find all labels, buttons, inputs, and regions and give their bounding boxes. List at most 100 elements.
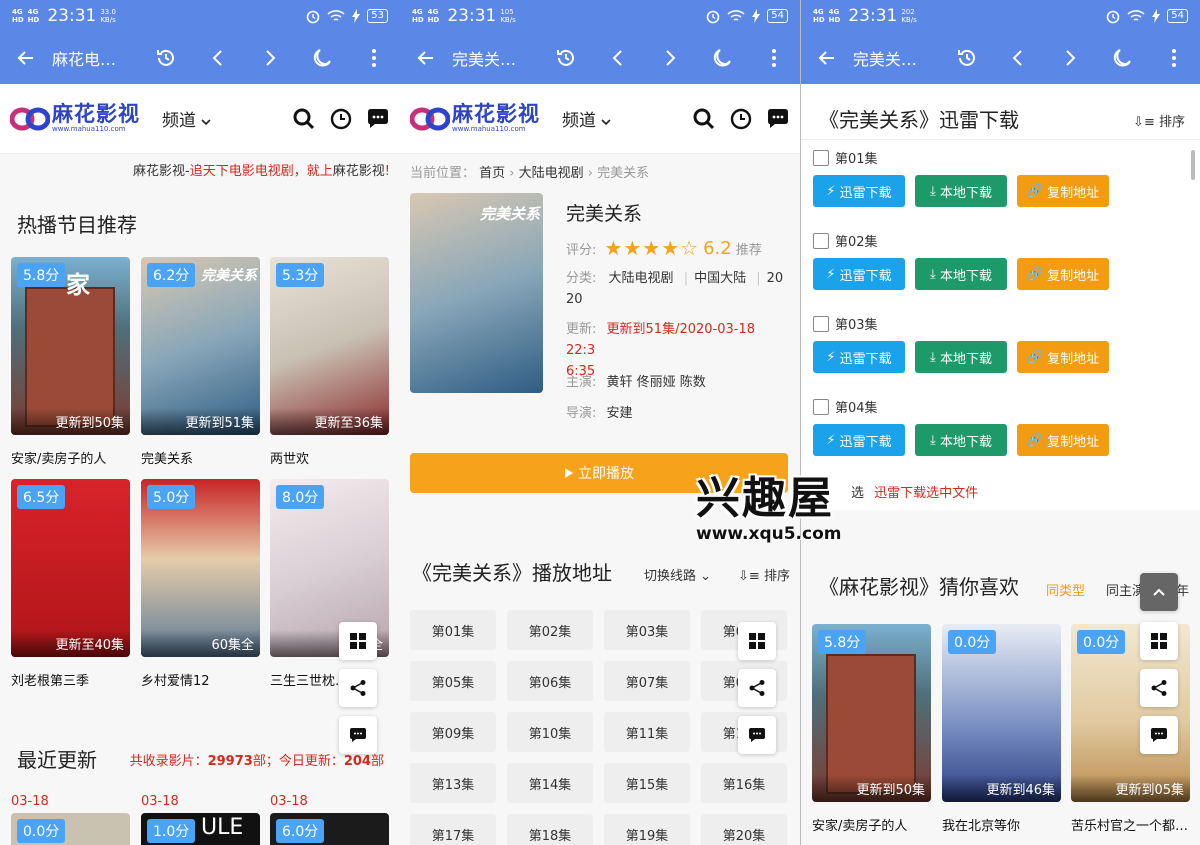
sort-button[interactable]: ⇩≡ 排序 — [1133, 111, 1185, 130]
chevron-right-icon[interactable] — [244, 32, 296, 84]
download-selected-link[interactable]: 迅雷下载选中文件 — [874, 486, 978, 501]
history-icon[interactable] — [941, 32, 993, 84]
back-arrow-icon[interactable] — [0, 32, 52, 84]
episode-button[interactable]: 第13集 — [410, 763, 496, 803]
windows-icon[interactable] — [738, 622, 776, 660]
episode-button[interactable]: 第03集 — [604, 610, 690, 650]
episode-button[interactable]: 第18集 — [507, 814, 593, 845]
browser-page-title[interactable]: 完美关… — [452, 46, 540, 70]
xunlei-download-button[interactable]: ⚡ 迅雷下载 — [813, 341, 905, 373]
movie-card[interactable]: 5.8分 更新到50集 安家/卖房子的人 — [812, 624, 931, 834]
episode-button[interactable]: 第10集 — [507, 712, 593, 752]
clock-icon[interactable] — [330, 108, 352, 130]
recent-poster[interactable]: 6.0分 — [270, 813, 389, 845]
back-arrow-icon[interactable] — [400, 32, 452, 84]
night-mode-icon[interactable] — [696, 32, 748, 84]
episode-button[interactable]: 第15集 — [604, 763, 690, 803]
episode-checkbox-row[interactable]: 第03集 — [813, 314, 1109, 333]
channel-dropdown[interactable]: 频道 — [162, 106, 211, 131]
local-download-button[interactable]: ⤓ 本地下载 — [915, 424, 1007, 456]
local-download-button[interactable]: ⤓ 本地下载 — [915, 341, 1007, 373]
episode-button[interactable]: 第09集 — [410, 712, 496, 752]
copy-link-button[interactable]: 🔗 复制地址 — [1017, 424, 1109, 456]
night-mode-icon[interactable] — [1096, 32, 1148, 84]
episode-checkbox-row[interactable]: 第02集 — [813, 231, 1109, 250]
chevron-left-icon[interactable] — [993, 32, 1045, 84]
movie-card[interactable]: 5.0分 60集全 乡村爱情12 — [141, 479, 260, 689]
more-menu-icon[interactable] — [748, 32, 800, 84]
search-icon[interactable] — [292, 107, 316, 131]
windows-icon[interactable] — [339, 622, 377, 660]
share-icon[interactable] — [339, 669, 377, 707]
checkbox[interactable] — [813, 398, 829, 415]
star-filled-icon: ★ — [604, 236, 624, 260]
sort-button[interactable]: ⇩≡ 排序 — [738, 565, 790, 584]
movie-card[interactable]: 5.3分 更新至36集 两世欢 — [270, 257, 389, 467]
chevron-left-icon[interactable] — [592, 32, 644, 84]
episode-button[interactable]: 第20集 — [701, 814, 787, 845]
copy-link-button[interactable]: 🔗 复制地址 — [1017, 258, 1109, 290]
history-icon[interactable] — [540, 32, 592, 84]
back-to-top-button[interactable] — [1140, 573, 1178, 611]
night-mode-icon[interactable] — [296, 32, 348, 84]
episode-button[interactable]: 第17集 — [410, 814, 496, 845]
chat-icon[interactable] — [366, 108, 390, 130]
episode-button[interactable]: 第05集 — [410, 661, 496, 701]
chevron-left-icon[interactable] — [192, 32, 244, 84]
episode-button[interactable]: 第14集 — [507, 763, 593, 803]
channel-dropdown[interactable]: 频道 — [562, 106, 611, 131]
scrollbar[interactable] — [1191, 150, 1195, 180]
more-menu-icon[interactable] — [348, 32, 400, 84]
checkbox[interactable] — [813, 149, 829, 166]
xunlei-download-button[interactable]: ⚡ 迅雷下载 — [813, 258, 905, 290]
thunder-icon: ⚡ — [826, 349, 836, 365]
movie-card[interactable]: 家 5.8分 更新到50集 安家/卖房子的人 — [11, 257, 130, 467]
movie-card[interactable]: 完美关系 6.2分 更新到51集 完美关系 — [141, 257, 260, 467]
copy-link-button[interactable]: 🔗 复制地址 — [1017, 175, 1109, 207]
share-icon[interactable] — [1140, 669, 1178, 707]
clock-icon[interactable] — [730, 108, 752, 130]
local-download-button[interactable]: ⤓ 本地下载 — [915, 258, 1007, 290]
episode-checkbox-row[interactable]: 第04集 — [813, 397, 1109, 416]
browser-page-title[interactable]: 麻花电… — [52, 46, 140, 70]
episode-button[interactable]: 第07集 — [604, 661, 690, 701]
recent-poster[interactable]: 1.0分 ULE — [141, 813, 260, 845]
chat-icon[interactable] — [766, 108, 790, 130]
back-arrow-icon[interactable] — [801, 32, 853, 84]
history-icon[interactable] — [140, 32, 192, 84]
checkbox[interactable] — [813, 315, 829, 332]
more-menu-icon[interactable] — [1148, 32, 1200, 84]
movie-card[interactable]: 6.5分 更新至40集 刘老根第三季 — [11, 479, 130, 689]
recent-poster[interactable]: 0.0分 — [11, 813, 130, 845]
episode-button[interactable]: 第01集 — [410, 610, 496, 650]
comment-icon[interactable] — [339, 716, 377, 754]
chevron-right-icon[interactable] — [644, 32, 696, 84]
breadcrumb-category[interactable]: 大陆电视剧 — [519, 166, 584, 181]
switch-line-dropdown[interactable]: 切换线路 ⌄ — [644, 565, 711, 584]
xunlei-download-button[interactable]: ⚡ 迅雷下载 — [813, 424, 905, 456]
comment-icon[interactable] — [738, 716, 776, 754]
windows-icon[interactable] — [1140, 622, 1178, 660]
local-download-button[interactable]: ⤓ 本地下载 — [915, 175, 1007, 207]
episode-checkbox-row[interactable]: 第01集 — [813, 148, 1109, 167]
copy-link-button[interactable]: 🔗 复制地址 — [1017, 341, 1109, 373]
comment-icon[interactable] — [1140, 716, 1178, 754]
site-logo[interactable]: 麻花影视 www.mahua110.com — [10, 103, 140, 134]
tab-same-type[interactable]: 同类型 — [1046, 580, 1085, 599]
share-icon[interactable] — [738, 669, 776, 707]
movie-card[interactable]: 0.0分 更新到46集 我在北京等你 — [942, 624, 1061, 834]
episode-button[interactable]: 第11集 — [604, 712, 690, 752]
xunlei-download-button[interactable]: ⚡ 迅雷下载 — [813, 175, 905, 207]
rating-stars: ★★★★☆ — [604, 236, 699, 260]
episode-button[interactable]: 第06集 — [507, 661, 593, 701]
checkbox[interactable] — [813, 232, 829, 249]
episode-button[interactable]: 第16集 — [701, 763, 787, 803]
breadcrumb-home[interactable]: 首页 — [479, 166, 505, 181]
episode-button[interactable]: 第02集 — [507, 610, 593, 650]
search-icon[interactable] — [692, 107, 716, 131]
watermark-text: 兴趣屋 — [696, 473, 834, 524]
episode-button[interactable]: 第19集 — [604, 814, 690, 845]
chevron-right-icon[interactable] — [1044, 32, 1096, 84]
browser-page-title[interactable]: 完美关… — [853, 46, 941, 70]
site-logo[interactable]: 麻花影视 www.mahua110.com — [410, 103, 540, 134]
